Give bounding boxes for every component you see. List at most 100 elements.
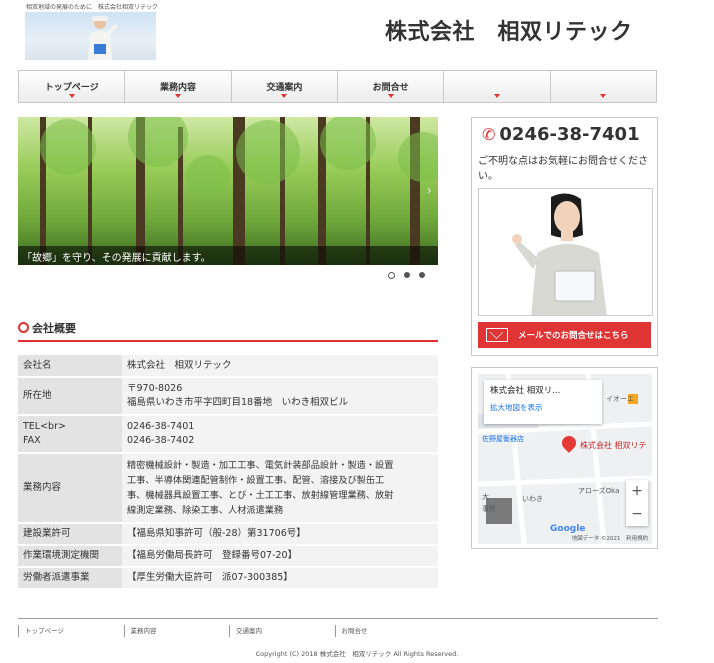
chevron-down-icon (387, 94, 394, 98)
value-line: 【福島労働局長許可 登録番号07-20】 (127, 550, 298, 561)
row-key: 作業環境測定機関 (18, 545, 122, 568)
row-value: 株式会社 相双リテック (122, 355, 438, 378)
value-line: 【福島県知事許可（般-28）第31706号】 (127, 528, 306, 539)
slider-dot[interactable] (404, 272, 410, 278)
table-row: 労働者派遣事業 【厚生労働大臣許可 派07-300385】 (18, 567, 438, 590)
value-line: 株式会社 相双リテック (127, 359, 232, 371)
row-value: 【厚生労働大臣許可 派07-300385】 (122, 567, 438, 590)
chevron-down-icon (281, 94, 288, 98)
slider-dot[interactable] (388, 271, 395, 279)
row-key: 所在地 (18, 377, 122, 416)
nav-item-label: 業務内容 (159, 83, 196, 93)
table-row: 所在地 〒970-8026 福島県いわき市平字四町目18番地 いわき相双ビル (18, 377, 438, 416)
embedded-map[interactable]: 株式会社 相双リ... 拡大地図を表示 佐野屋衡器店 イオーエ アローズOka … (478, 374, 652, 544)
row-value: 精密機械設計・製造・加工工事、電気計装部品設計・製造・設置 工事、半導体関連配管制… (122, 453, 438, 524)
value-line: 〒970-8026 (127, 383, 183, 394)
nav-item-services[interactable]: 業務内容 (125, 71, 232, 102)
staff-figure (512, 193, 607, 315)
table-row: 作業環境測定機関 【福島労働局長許可 登録番号07-20】 (18, 545, 438, 568)
footer-link-access[interactable]: 交通案内 (229, 625, 335, 637)
copyright: Copyright (C) 2018 株式会社 相双リテック All Right… (255, 650, 459, 658)
map-info-card: 株式会社 相双リ... 拡大地図を表示 (484, 380, 602, 424)
footer-link-top[interactable]: トップページ (18, 625, 124, 637)
value-line: 福島県いわき市平字四町目18番地 いわき相双ビル (127, 397, 349, 408)
forest-image (40, 117, 438, 265)
footer-link-contact[interactable]: お問合せ (334, 625, 441, 637)
value-line: 0246-38-7402 (127, 435, 195, 446)
contact-box: ✆ 0246-38-7401 ご不明な点はお気軽にお問合せください。 メールでのお… (471, 117, 658, 356)
phone-text: 0246-38-7401 (499, 124, 640, 145)
footer-nav: トップページ 業務内容 交通案内 お問合せ (18, 625, 440, 637)
main-nav: トップページ 業務内容 交通案内 お問合せ (18, 70, 657, 103)
chevron-down-icon (600, 94, 607, 98)
row-key: 業務内容 (18, 453, 122, 524)
table-row: 建設業許可 【福島県知事許可（般-28）第31706号】 (18, 523, 438, 546)
table-row: 業務内容 精密機械設計・製造・加工工事、電気計装部品設計・製造・設置 工事、半導体… (18, 453, 438, 524)
value-line: 【厚生労働大臣許可 派07-300385】 (127, 572, 293, 583)
value-line: 工事、半導体関連配管制作・設置工事、配管、溶接及び製缶工 (127, 475, 385, 486)
header-photo (25, 12, 156, 60)
section-heading: 会社概要 (18, 320, 438, 342)
map-credit[interactable]: 地図データ ©2021 利用規約 (572, 534, 648, 542)
site-tagline: 相双地域の発展のために 株式会社相双リテック (26, 4, 159, 11)
contact-note: ご不明な点はお気軽にお問合せください。 (478, 156, 648, 182)
zoom-out-button[interactable]: − (626, 503, 648, 526)
row-key: 建設業許可 (18, 523, 122, 546)
map-label: 佐野屋衡器店 (482, 435, 524, 443)
map-label: 事所 (482, 505, 496, 513)
map-label: いわき (522, 495, 543, 503)
nav-item-label: トップページ (44, 83, 99, 93)
value-line: 精密機械設計・製造・加工工事、電気計装部品設計・製造・設置 (127, 460, 394, 471)
phone-icon: ✆ (482, 125, 496, 144)
chevron-right-icon[interactable]: › (426, 183, 432, 199)
circle-icon (18, 322, 29, 333)
map-place-name: 株式会社 相双リ... (490, 386, 561, 396)
nav-item-blank-2[interactable] (551, 71, 656, 102)
chevron-down-icon (493, 94, 500, 98)
section-heading-label: 会社概要 (32, 322, 76, 335)
row-value: 【福島県知事許可（般-28）第31706号】 (122, 523, 438, 546)
map-label: 大 (482, 493, 489, 501)
nav-item-top[interactable]: トップページ (19, 71, 126, 102)
row-key: 労働者派遣事業 (18, 567, 122, 590)
row-value: 【福島労働局長許可 登録番号07-20】 (122, 545, 438, 568)
staff-photo (478, 188, 653, 316)
google-logo: Google (550, 524, 586, 534)
footer-divider (18, 618, 658, 619)
value-line: 線測定業務、除染工事、人材派遣業務 (127, 505, 284, 516)
row-value: 〒970-8026 福島県いわき市平字四町目18番地 いわき相双ビル (122, 377, 438, 416)
row-key: TEL<br> FAX (18, 415, 122, 454)
zoom-in-button[interactable]: + (626, 480, 648, 503)
nav-item-contact[interactable]: お問合せ (338, 71, 445, 102)
zoom-control: + − (626, 480, 648, 526)
nav-item-blank-1[interactable] (444, 71, 551, 102)
value-line: 0246-38-7401 (127, 421, 195, 432)
company-info-table: 会社名 株式会社 相双リテック 所在地 〒970-8026 福島県いわき市平字四町… (18, 355, 438, 590)
map-label: アローズOka (578, 487, 620, 495)
nav-item-label: 交通案内 (266, 83, 303, 93)
chevron-down-icon (68, 94, 75, 98)
nav-item-access[interactable]: 交通案内 (232, 71, 338, 102)
mail-contact-button[interactable]: メールでのお問合せはこちら (478, 322, 651, 348)
map-pin-label: 株式会社 相双リテ (580, 441, 647, 450)
map-box: 株式会社 相双リ... 拡大地図を表示 佐野屋衡器店 イオーエ アローズOka … (471, 367, 658, 549)
map-label: イオーエ (606, 395, 634, 403)
phone-number[interactable]: ✆ 0246-38-7401 (482, 124, 640, 145)
mail-icon (486, 328, 508, 342)
value-line: 事、機械器具設置工事、とび・土工工事、放射線管理業務、放射 (127, 490, 394, 501)
table-row: 会社名 株式会社 相双リテック (18, 355, 438, 378)
worker-figure (88, 16, 118, 60)
nav-item-label: お問合せ (372, 83, 409, 93)
footer-link-services[interactable]: 業務内容 (123, 625, 230, 637)
table-row: TEL<br> FAX 0246-38-7401 0246-38-7402 (18, 415, 438, 454)
row-key: 会社名 (18, 355, 122, 378)
hero-slider[interactable]: › 「故郷」を守り、その発展に貢献します。 (18, 117, 438, 265)
slide-caption: 「故郷」を守り、その発展に貢献します。 (18, 246, 438, 265)
slider-dot[interactable] (419, 272, 425, 278)
chevron-down-icon (174, 94, 181, 98)
company-title: 株式会社 相双リテック (385, 20, 633, 45)
slider-dots (388, 271, 425, 279)
row-value: 0246-38-7401 0246-38-7402 (122, 415, 438, 454)
map-enlarge-link[interactable]: 拡大地図を表示 (490, 402, 596, 413)
mail-button-label: メールでのお問合せはこちら (518, 331, 629, 341)
